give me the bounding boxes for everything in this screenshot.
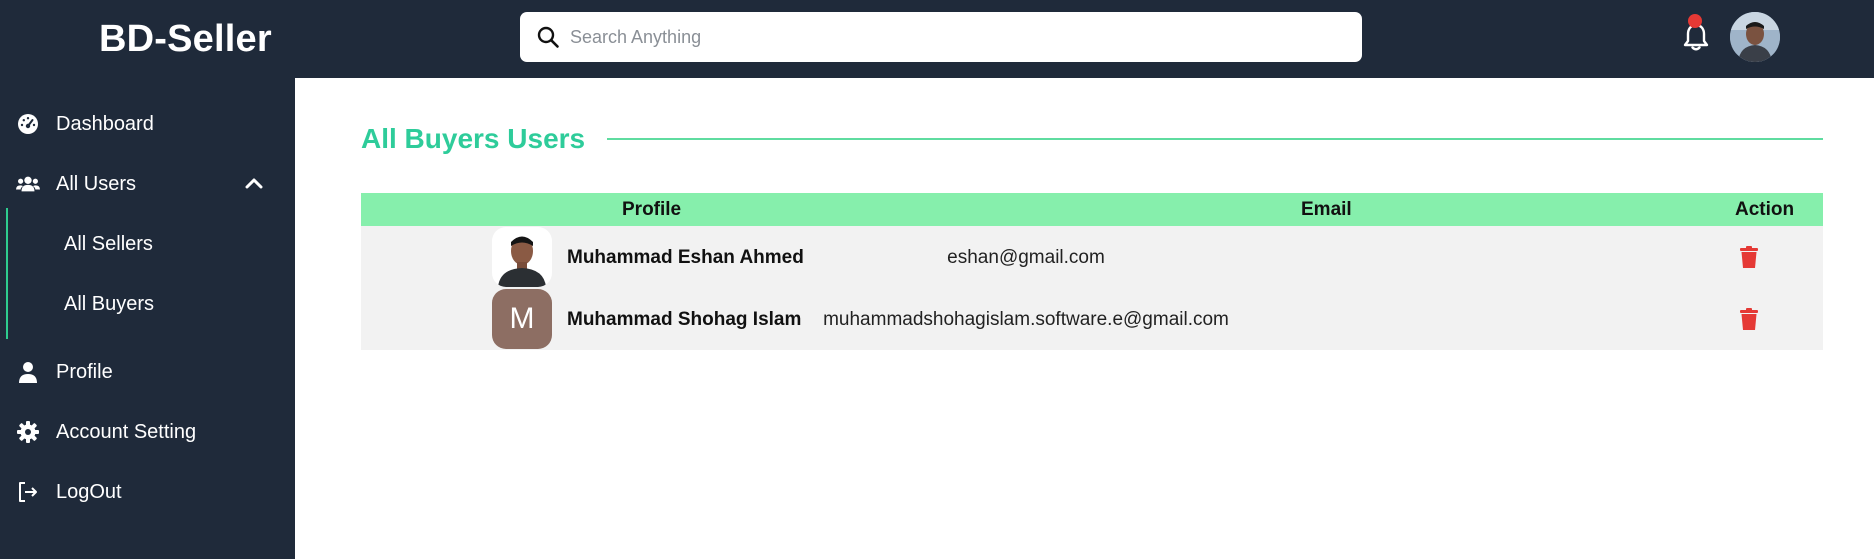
avatar-photo-icon (1730, 12, 1780, 62)
user-avatar[interactable] (1730, 12, 1780, 62)
user-icon (19, 362, 37, 383)
sidebar: Dashboard All Users All Sellers All Buye… (0, 78, 295, 559)
trash-icon[interactable] (1738, 245, 1760, 269)
logout-icon (19, 482, 37, 502)
sidebar-item-all-users[interactable]: All Users (0, 162, 295, 206)
sidebar-item-label: Account Setting (56, 421, 197, 443)
submenu-indicator (6, 208, 8, 339)
title-divider (607, 138, 1823, 140)
sidebar-item-account-setting[interactable]: Account Setting (0, 410, 295, 454)
gauge-icon (18, 114, 38, 134)
trash-icon[interactable] (1738, 307, 1760, 331)
sidebar-subitem-all-buyers[interactable]: All Buyers (64, 293, 154, 316)
sidebar-item-label: Dashboard (56, 113, 154, 135)
table-row: Muhammad Eshan Ahmed eshan@gmail.com (361, 226, 1823, 288)
gear-icon (17, 421, 39, 443)
search-input[interactable] (570, 12, 1340, 62)
search-icon[interactable] (536, 25, 560, 49)
column-header-action: Action (1735, 199, 1795, 220)
buyers-table: Profile Email Action Muhammad Eshan Ahme… (361, 193, 1823, 350)
sidebar-item-profile[interactable]: Profile (0, 350, 295, 394)
brand-logo[interactable]: BD-Seller (99, 18, 272, 61)
sidebar-subitem-all-sellers[interactable]: All Sellers (64, 233, 153, 256)
notification-dot (1688, 14, 1702, 28)
user-email: eshan@gmail.com (947, 247, 1105, 268)
user-email: muhammadshohagislam.software.e@gmail.com (823, 309, 1229, 330)
table-header: Profile Email Action (361, 193, 1823, 226)
column-header-email: Email (1301, 199, 1352, 220)
chevron-up-icon[interactable] (244, 174, 264, 194)
top-bar: BD-Seller (0, 0, 1874, 78)
sidebar-item-dashboard[interactable]: Dashboard (0, 102, 295, 146)
column-header-profile: Profile (622, 199, 682, 220)
page-title: All Buyers Users (361, 123, 586, 154)
sidebar-item-label: Profile (56, 361, 113, 383)
sidebar-item-label: All Users (56, 173, 137, 195)
table-row: M Muhammad Shohag Islam muhammadshohagis… (361, 288, 1823, 350)
sidebar-item-label: LogOut (56, 481, 122, 503)
sidebar-item-logout[interactable]: LogOut (0, 470, 295, 514)
users-icon (16, 176, 40, 192)
search-box (520, 12, 1362, 62)
